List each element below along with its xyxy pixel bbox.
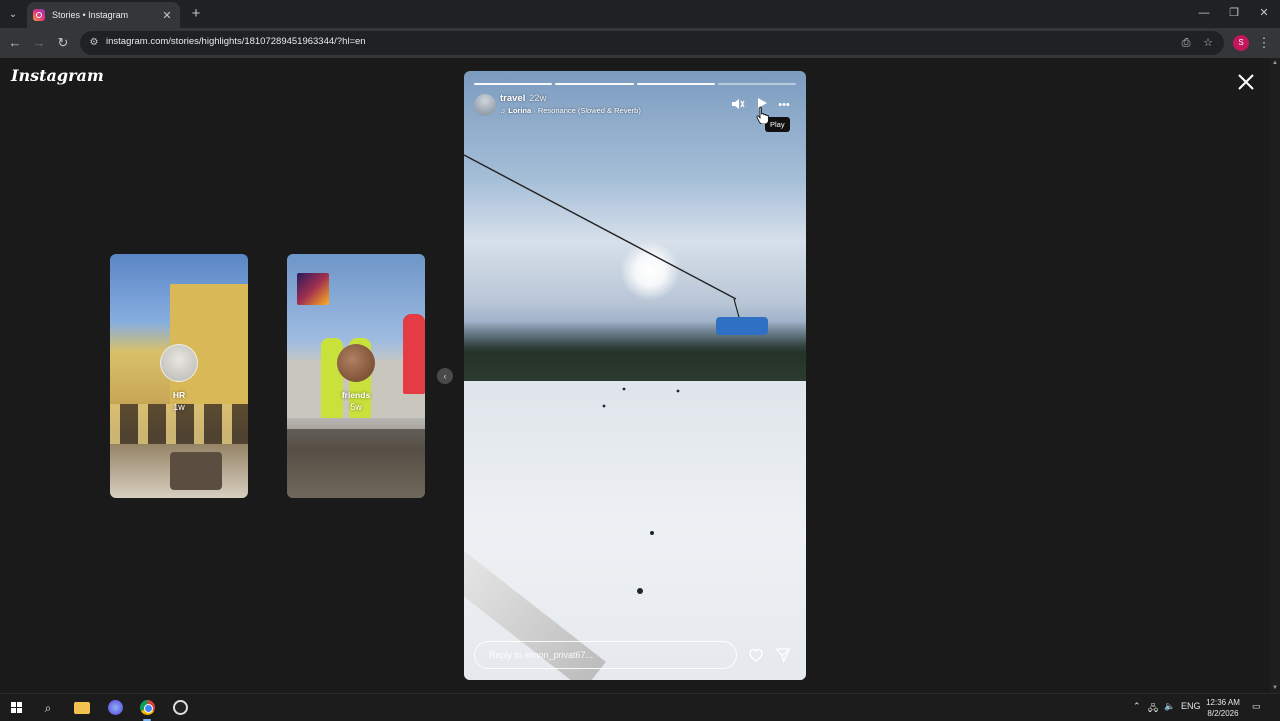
music-track: Resonance (Slowed & Reverb) — [537, 106, 641, 115]
browser-tab-bar: ⌄ Stories • Instagram ✕ + — ❐ ✕ — [0, 0, 1280, 28]
hand-cursor-icon — [756, 106, 769, 124]
clock-time: 12:36 AM — [1206, 698, 1240, 707]
heart-icon[interactable] — [748, 647, 764, 663]
scroll-down-icon[interactable]: ▼ — [1272, 685, 1278, 691]
preview-name: friends — [341, 390, 371, 400]
back-button[interactable]: ← — [6, 34, 24, 52]
windows-icon — [10, 702, 22, 713]
browser-tab-active[interactable]: Stories • Instagram ✕ — [27, 2, 180, 28]
reply-input[interactable]: Reply to simon_privat67... — [474, 641, 737, 669]
url-text[interactable]: instagram.com/stories/highlights/1810728… — [106, 36, 366, 47]
story-viewer[interactable]: travel 22w ♫ Lorina · Resonance (Slowed &… — [464, 71, 806, 680]
new-tab-button[interactable]: + — [187, 5, 205, 23]
preview-image-well — [170, 452, 222, 490]
avatar[interactable] — [474, 94, 496, 116]
preview-image-person — [403, 314, 425, 394]
chevron-left-icon: ‹ — [443, 371, 447, 381]
search-button[interactable]: ⌕ — [38, 698, 58, 718]
close-icon: ✕ — [1259, 7, 1269, 19]
mute-button[interactable] — [730, 97, 746, 113]
address-bar[interactable]: ⚙ instagram.com/stories/highlights/18107… — [80, 31, 1224, 55]
preview-age: 5w — [350, 402, 362, 412]
story-preview-hr[interactable]: HR 1w — [110, 254, 248, 498]
browser-toolbar: ← → ↻ ⚙ instagram.com/stories/highlights… — [0, 28, 1280, 58]
send-icon[interactable] — [775, 647, 791, 663]
story-image-chairlift — [716, 317, 768, 335]
minimize-icon: — — [1198, 7, 1210, 19]
scroll-up-icon[interactable]: ▲ — [1272, 60, 1278, 66]
chrome-taskbar-button[interactable] — [137, 698, 157, 721]
restore-button[interactable]: ❐ — [1222, 4, 1246, 22]
plus-icon: + — [191, 5, 201, 22]
app-icon — [172, 700, 188, 715]
tab-list-button[interactable]: ⌄ — [4, 5, 22, 23]
taskbar-app-button[interactable] — [105, 698, 125, 718]
avatar — [337, 344, 375, 382]
app-icon — [107, 700, 123, 715]
music-artist: Lorina — [508, 106, 532, 115]
story-progress-bar — [474, 83, 796, 85]
story-image-lift-cable — [464, 154, 741, 594]
music-waveform-icon: ♫ — [500, 108, 506, 115]
browser-menu-button[interactable]: ⋮ — [1257, 34, 1271, 52]
music-sticker-image — [297, 273, 329, 305]
reply-placeholder: Reply to simon_privat67... — [489, 650, 594, 660]
forward-button[interactable]: → — [30, 34, 48, 52]
music-separator: · — [531, 106, 538, 115]
install-icon[interactable]: ⎙ — [1178, 35, 1194, 51]
instagram-logo[interactable]: Instagram — [11, 66, 104, 85]
profile-avatar[interactable]: S — [1233, 35, 1249, 51]
previous-story-button[interactable]: ‹ — [437, 368, 453, 384]
notification-icon[interactable]: ▭ — [1252, 701, 1261, 712]
reload-button[interactable]: ↻ — [54, 34, 72, 52]
close-window-button[interactable]: ✕ — [1252, 4, 1276, 22]
reload-icon: ↻ — [57, 35, 69, 50]
arrow-right-icon: → — [32, 35, 46, 50]
minimize-button[interactable]: — — [1192, 4, 1216, 22]
tab-title: Stories • Instagram — [52, 10, 129, 20]
taskbar-app-button[interactable] — [170, 698, 190, 718]
story-time-ago: 22w — [529, 93, 547, 104]
chevron-down-icon: ⌄ — [8, 8, 18, 20]
start-button[interactable] — [6, 698, 26, 718]
more-horizontal-icon: ••• — [778, 99, 790, 111]
kebab-icon: ⋮ — [1257, 35, 1271, 50]
folder-icon — [74, 702, 90, 714]
stories-page: Instagram HR 1w friends 5w ‹ travel 22w … — [0, 58, 1280, 693]
story-music-info[interactable]: ♫ Lorina · Resonance (Slowed & Reverb) — [500, 106, 641, 115]
preview-name: HR — [172, 390, 186, 400]
restore-icon: ❐ — [1229, 7, 1239, 19]
close-story-icon[interactable] — [1236, 72, 1256, 92]
windows-taskbar: ⌕ ⌃ 🖧 🔈 ENG 12:36 AM 8/2/2026 ▭ — [0, 693, 1280, 721]
close-icon[interactable]: ✕ — [160, 9, 174, 22]
chevron-up-icon[interactable]: ⌃ — [1133, 701, 1141, 712]
story-username[interactable]: travel — [500, 93, 525, 104]
file-explorer-button[interactable] — [72, 698, 92, 718]
search-icon: ⌕ — [44, 701, 52, 715]
site-info-icon[interactable]: ⚙ — [87, 36, 101, 50]
chrome-icon — [139, 700, 155, 715]
arrow-left-icon: ← — [8, 35, 22, 50]
avatar — [160, 344, 198, 382]
muted-speaker-icon — [732, 99, 745, 109]
volume-icon[interactable]: 🔈 — [1164, 701, 1175, 712]
network-icon[interactable]: 🖧 — [1148, 701, 1158, 717]
progress-segment — [555, 83, 634, 85]
story-preview-friends[interactable]: friends 5w — [287, 254, 425, 498]
system-clock[interactable]: 12:36 AM 8/2/2026 — [1203, 697, 1243, 719]
progress-segment — [474, 83, 553, 85]
progress-segment — [717, 83, 796, 85]
more-options-button[interactable]: ••• — [776, 97, 792, 113]
story-header: travel 22w ♫ Lorina · Resonance (Slowed &… — [474, 93, 796, 119]
page-scrollbar[interactable]: ▲ ▼ — [1270, 58, 1280, 693]
language-indicator[interactable]: ENG — [1181, 701, 1201, 711]
progress-segment — [636, 83, 715, 85]
star-icon[interactable]: ☆ — [1200, 35, 1216, 51]
preview-age: 1w — [173, 402, 185, 412]
preview-image-shadow — [287, 429, 425, 498]
instagram-favicon-icon — [33, 9, 45, 21]
clock-date: 8/2/2026 — [1207, 709, 1239, 718]
